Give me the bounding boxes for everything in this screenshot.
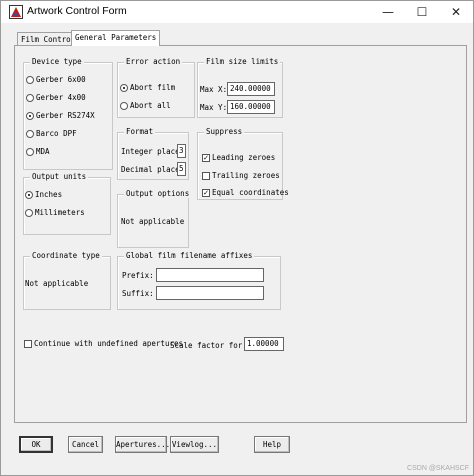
radio-dot-selected <box>120 83 128 92</box>
leading-zeroes-label: Leading zeroes <box>212 153 276 162</box>
device-radio-gerber-4x00[interactable]: Gerber 4x00 <box>26 93 86 102</box>
output-options-text: Not applicable <box>121 217 185 226</box>
checkbox-checked: ✓ <box>202 153 210 162</box>
viewlog-button[interactable]: Viewlog... <box>170 436 219 453</box>
decimal-places-label: Decimal places <box>121 165 185 174</box>
filename-affixes-group: Global film filename affixes Prefix: Suf… <box>117 251 281 310</box>
checkbox-checked: ✓ <box>202 188 210 197</box>
device-type-group: Device type Gerber 6x00 Gerber 4x00 Gerb… <box>23 57 113 170</box>
format-group: Format Integer places 3 Decimal places 5 <box>117 127 189 180</box>
artwork-app-icon <box>9 5 23 19</box>
watermark-text: CSDN @SKAHSCF <box>407 465 469 472</box>
coordinate-type-title: Coordinate type <box>30 251 102 260</box>
radio-dot <box>120 101 128 110</box>
coordinate-type-group: Coordinate type Not applicable <box>23 251 111 310</box>
integer-places-label: Integer places <box>121 147 185 156</box>
tab-general-parameters[interactable]: General Parameters <box>71 30 161 46</box>
max-x-label: Max X: <box>200 85 228 94</box>
units-option-label: Inches <box>35 190 63 199</box>
suffix-input[interactable] <box>156 286 264 300</box>
device-radio-gerber-6x00[interactable]: Gerber 6x00 <box>26 75 86 84</box>
ok-button[interactable]: OK <box>19 436 53 453</box>
max-x-input[interactable]: 240.00000 <box>227 82 275 96</box>
radio-dot <box>26 129 34 138</box>
format-title: Format <box>124 127 156 136</box>
device-option-label: Gerber 6x00 <box>36 75 86 84</box>
device-option-label: Barco DPF <box>36 129 77 138</box>
suppress-group: Suppress ✓ Leading zeroes Trailing zeroes… <box>197 127 289 200</box>
minimize-button[interactable]: — <box>371 1 405 23</box>
prefix-input[interactable] <box>156 268 264 282</box>
scale-factor-input[interactable]: 1.00000 <box>244 337 284 351</box>
max-y-label: Max Y: <box>200 103 228 112</box>
radio-dot <box>26 147 34 156</box>
error-action-title: Error action <box>124 57 183 66</box>
device-type-title: Device type <box>30 57 84 66</box>
radio-dot <box>26 93 34 102</box>
checkbox-unchecked <box>24 339 32 348</box>
integer-places-input[interactable]: 3 <box>177 144 186 158</box>
filename-affixes-title: Global film filename affixes <box>124 251 255 260</box>
error-option-label: Abort all <box>130 101 171 110</box>
artwork-control-window: Artwork Control Form — ☐ ✕ Film Control … <box>0 0 474 476</box>
device-radio-mda[interactable]: MDA <box>26 147 50 156</box>
error-radio-abort-film[interactable]: Abort film <box>120 83 175 92</box>
title-bar[interactable]: Artwork Control Form — ☐ ✕ <box>1 1 473 23</box>
error-option-label: Abort film <box>130 83 176 92</box>
general-parameters-panel: Device type Gerber 6x00 Gerber 4x00 Gerb… <box>14 45 467 423</box>
continue-undefined-apertures-checkbox[interactable]: Continue with undefined apertures <box>24 339 183 348</box>
trailing-zeroes-checkbox[interactable]: Trailing zeroes <box>202 171 280 180</box>
output-options-group: Output options Not applicable <box>117 189 192 248</box>
coordinate-type-text: Not applicable <box>25 279 89 288</box>
device-option-label: Gerber 4x00 <box>36 93 86 102</box>
film-size-title: Film size limits <box>204 57 281 66</box>
help-button[interactable]: Help <box>254 436 290 453</box>
prefix-label: Prefix: <box>122 271 154 280</box>
device-radio-gerber-rs274x[interactable]: Gerber RS274X <box>26 111 95 120</box>
equal-coordinates-label: Equal coordinates <box>212 188 289 197</box>
units-option-label: Millimeters <box>35 208 85 217</box>
decimal-places-input[interactable]: 5 <box>177 162 186 176</box>
units-radio-inches[interactable]: Inches <box>25 190 62 199</box>
radio-dot <box>25 208 33 217</box>
film-size-group: Film size limits Max X: 240.00000 Max Y:… <box>197 57 283 118</box>
radio-dot-selected <box>25 190 33 199</box>
output-units-group: Output units Inches Millimeters <box>23 172 111 235</box>
output-units-title: Output units <box>30 172 89 181</box>
suppress-title: Suppress <box>204 127 245 136</box>
error-radio-abort-all[interactable]: Abort all <box>120 101 171 110</box>
leading-zeroes-checkbox[interactable]: ✓ Leading zeroes <box>202 153 275 162</box>
max-y-input[interactable]: 160.00000 <box>227 100 275 114</box>
units-radio-millimeters[interactable]: Millimeters <box>25 208 85 217</box>
maximize-button[interactable]: ☐ <box>405 1 439 23</box>
checkbox-unchecked <box>202 171 210 180</box>
device-option-label: MDA <box>36 147 50 156</box>
device-option-label: Gerber RS274X <box>36 111 95 120</box>
equal-coordinates-checkbox[interactable]: ✓ Equal coordinates <box>202 188 289 197</box>
device-radio-barco-dpf[interactable]: Barco DPF <box>26 129 77 138</box>
scale-factor-label: Scale factor for o <box>170 341 252 350</box>
radio-dot <box>26 75 34 84</box>
close-button[interactable]: ✕ <box>439 1 473 23</box>
trailing-zeroes-label: Trailing zeroes <box>212 171 280 180</box>
tab-film-control[interactable]: Film Control <box>17 32 80 46</box>
cancel-button[interactable]: Cancel <box>68 436 103 453</box>
output-options-title: Output options <box>124 189 192 198</box>
error-action-group: Error action Abort film Abort all <box>117 57 195 118</box>
continue-undefined-label: Continue with undefined apertures <box>34 339 184 348</box>
suffix-label: Suffix: <box>122 289 154 298</box>
apertures-button[interactable]: Apertures... <box>115 436 170 453</box>
window-title: Artwork Control Form <box>27 5 127 17</box>
radio-dot-selected <box>26 111 34 120</box>
